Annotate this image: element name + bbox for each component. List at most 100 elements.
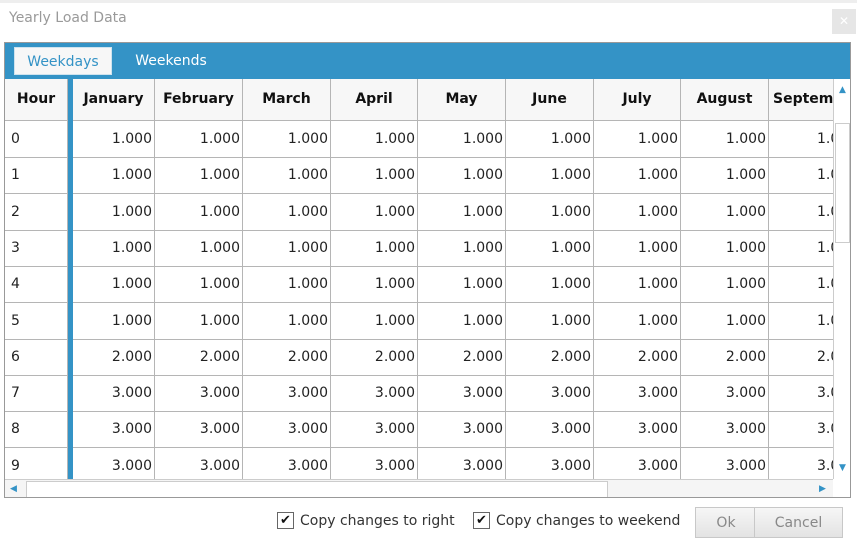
value-cell[interactable]: 1.000 [418, 157, 506, 194]
vertical-scrollbar[interactable]: ▲ ▼ [833, 79, 850, 479]
value-cell[interactable]: 2.000 [73, 338, 155, 375]
value-cell[interactable]: 3.000 [594, 375, 681, 412]
value-cell[interactable]: 1.000 [418, 229, 506, 266]
horizontal-scrollbar[interactable]: ◀ ▶ [5, 479, 833, 497]
value-cell[interactable]: 1.000 [506, 121, 594, 157]
value-cell[interactable]: 1.000 [155, 229, 243, 266]
value-cell[interactable]: 1.000 [681, 302, 769, 339]
value-cell[interactable]: 1.000 [155, 302, 243, 339]
value-cell[interactable]: 3.000 [243, 411, 331, 448]
value-cell[interactable]: 1.000 [73, 193, 155, 230]
value-cell[interactable]: 3.000 [331, 375, 418, 412]
value-cell[interactable]: 1.000 [594, 302, 681, 339]
value-cell[interactable]: 1.000 [331, 121, 418, 157]
column-header[interactable]: February [155, 79, 243, 120]
value-cell[interactable]: 1.000 [418, 193, 506, 230]
value-cell[interactable]: 1.000 [73, 229, 155, 266]
value-cell[interactable]: 2.000 [331, 338, 418, 375]
value-cell[interactable]: 3.000 [506, 447, 594, 479]
value-cell[interactable]: 3.000 [331, 447, 418, 479]
value-cell[interactable]: 3.000 [506, 375, 594, 412]
value-cell[interactable]: 1.000 [769, 121, 833, 157]
value-cell[interactable]: 1.000 [73, 302, 155, 339]
value-cell[interactable]: 1.000 [73, 121, 155, 157]
value-cell[interactable]: 1.000 [681, 121, 769, 157]
column-header[interactable]: July [594, 79, 681, 120]
value-cell[interactable]: 3.000 [155, 447, 243, 479]
value-cell[interactable]: 1.000 [331, 266, 418, 303]
value-cell[interactable]: 1.000 [506, 229, 594, 266]
value-cell[interactable]: 3.000 [418, 375, 506, 412]
value-cell[interactable]: 1.000 [594, 229, 681, 266]
tab-weekends[interactable]: Weekends [123, 47, 219, 75]
value-cell[interactable]: 1.000 [331, 302, 418, 339]
value-cell[interactable]: 1.000 [594, 157, 681, 194]
value-cell[interactable]: 2.000 [681, 338, 769, 375]
value-cell[interactable]: 3.000 [418, 447, 506, 479]
value-cell[interactable]: 1.000 [331, 157, 418, 194]
close-icon[interactable]: ✕ [832, 9, 856, 34]
value-cell[interactable]: 1.000 [594, 266, 681, 303]
value-cell[interactable]: 1.000 [155, 121, 243, 157]
scroll-right-icon[interactable]: ▶ [814, 480, 831, 497]
value-cell[interactable]: 1.000 [681, 157, 769, 194]
value-cell[interactable]: 1.000 [243, 229, 331, 266]
value-cell[interactable]: 1.000 [506, 302, 594, 339]
value-cell[interactable]: 2.000 [155, 338, 243, 375]
value-cell[interactable]: 1.000 [155, 266, 243, 303]
column-header[interactable]: April [331, 79, 418, 120]
column-header[interactable]: June [506, 79, 594, 120]
value-cell[interactable]: 1.000 [73, 157, 155, 194]
cancel-button[interactable]: Cancel [754, 507, 843, 538]
value-cell[interactable]: 1.000 [73, 266, 155, 303]
hour-cell[interactable]: 6 [5, 338, 68, 375]
value-cell[interactable]: 1.000 [243, 121, 331, 157]
value-cell[interactable]: 3.000 [681, 411, 769, 448]
value-cell[interactable]: 1.000 [681, 193, 769, 230]
tab-weekdays[interactable]: Weekdays [14, 47, 112, 75]
value-cell[interactable]: 3.000 [506, 411, 594, 448]
value-cell[interactable]: 3.000 [73, 411, 155, 448]
vertical-scroll-thumb[interactable] [835, 123, 850, 243]
value-cell[interactable]: 3.000 [155, 411, 243, 448]
value-cell[interactable]: 3.000 [331, 411, 418, 448]
value-cell[interactable]: 1.000 [243, 302, 331, 339]
column-header[interactable]: Septemb [769, 79, 833, 120]
value-cell[interactable]: 2.000 [506, 338, 594, 375]
value-cell[interactable]: 1.000 [418, 121, 506, 157]
scroll-left-icon[interactable]: ◀ [5, 480, 22, 497]
value-cell[interactable]: 3.000 [73, 447, 155, 479]
value-cell[interactable]: 3.000 [155, 375, 243, 412]
value-cell[interactable]: 3.000 [594, 447, 681, 479]
scroll-up-icon[interactable]: ▲ [834, 81, 850, 99]
value-cell[interactable]: 3.000 [243, 375, 331, 412]
hour-cell[interactable]: 2 [5, 193, 68, 230]
copy-changes-to-weekend-checkbox[interactable]: ✔ Copy changes to weekend [473, 512, 680, 529]
value-cell[interactable]: 1.000 [769, 303, 833, 339]
value-cell[interactable]: 1.000 [681, 266, 769, 303]
value-cell[interactable]: 3.000 [681, 375, 769, 412]
column-header[interactable]: Hour [5, 79, 68, 120]
value-cell[interactable]: 1.000 [243, 193, 331, 230]
column-header[interactable]: May [418, 79, 506, 120]
column-header[interactable]: August [681, 79, 769, 120]
value-cell[interactable]: 1.000 [506, 157, 594, 194]
copy-changes-to-right-checkbox[interactable]: ✔ Copy changes to right [277, 512, 455, 529]
value-cell[interactable]: 2.000 [418, 338, 506, 375]
value-cell[interactable]: 1.000 [243, 157, 331, 194]
value-cell[interactable]: 3.000 [243, 447, 331, 479]
value-cell[interactable]: 1.000 [506, 193, 594, 230]
value-cell[interactable]: 3.000 [418, 411, 506, 448]
value-cell[interactable]: 3.000 [769, 411, 833, 447]
hour-cell[interactable]: 8 [5, 411, 68, 448]
value-cell[interactable]: 3.000 [769, 375, 833, 411]
value-cell[interactable]: 1.000 [506, 266, 594, 303]
hour-cell[interactable]: 4 [5, 266, 68, 303]
value-cell[interactable]: 1.000 [331, 229, 418, 266]
horizontal-scroll-thumb[interactable] [26, 481, 608, 497]
hour-cell[interactable]: 5 [5, 302, 68, 339]
value-cell[interactable]: 2.000 [243, 338, 331, 375]
value-cell[interactable]: 1.000 [594, 121, 681, 157]
value-cell[interactable]: 1.000 [681, 229, 769, 266]
hour-cell[interactable]: 9 [5, 447, 68, 479]
